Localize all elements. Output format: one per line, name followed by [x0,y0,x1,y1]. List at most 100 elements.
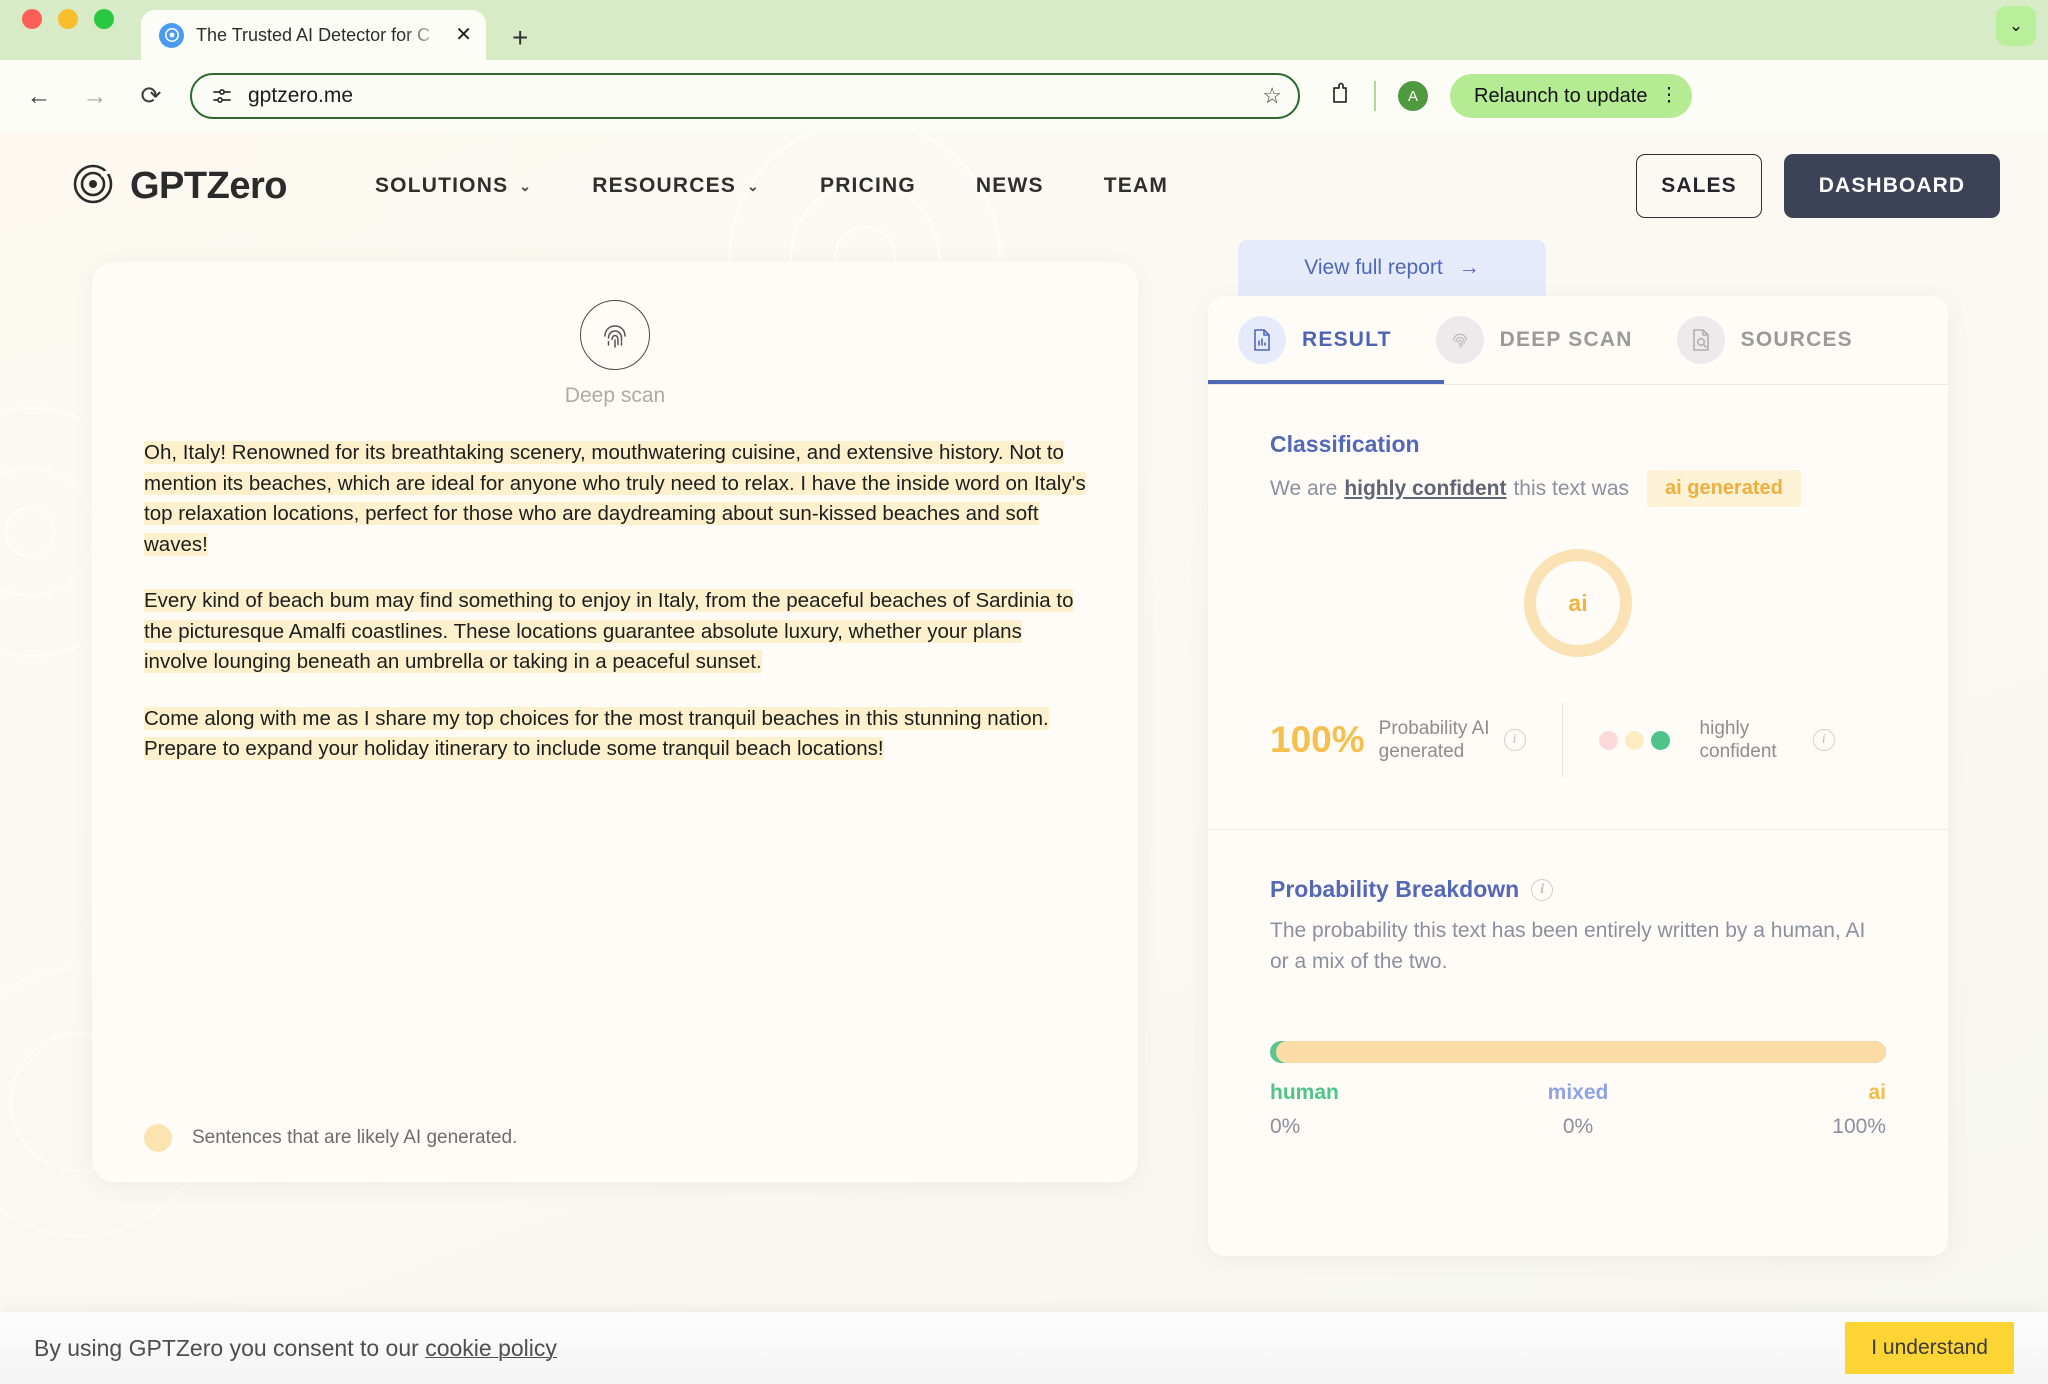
extensions-icon[interactable] [1328,80,1352,112]
nav-label: RESOURCES [592,174,737,197]
relaunch-label: Relaunch to update [1474,84,1648,107]
close-window-button[interactable] [22,9,42,29]
confidence-label-line2: confident [1699,741,1777,762]
breakdown-col-mixed: mixed 0% [1475,1081,1680,1139]
classification-title: Classification [1270,431,1420,457]
nav-item-team[interactable]: TEAM [1074,174,1198,198]
bookmark-star-icon[interactable]: ☆ [1262,83,1282,109]
analyzed-text[interactable]: Oh, Italy! Renowned for its breathtaking… [92,408,1138,765]
probability-metric: 100% Probability AI generated i [1270,717,1526,763]
reload-button[interactable]: ⟳ [128,73,174,119]
breakdown-bar [1270,1041,1886,1063]
probability-label: Probability AI generated [1379,717,1490,763]
nav-item-solutions[interactable]: SOLUTIONS ⌄ [345,174,562,198]
report-panel: View full report → RESULT DEEP SCAN SOUR… [1208,240,1968,1256]
report-card: RESULT DEEP SCAN SOURCES Classification … [1208,296,1948,1256]
back-button[interactable]: ← [16,73,62,119]
browser-menu-icon[interactable]: ⋮ [1659,86,1678,106]
tab-label: RESULT [1302,328,1392,351]
breakdown-label: mixed [1547,1081,1609,1104]
nav-item-pricing[interactable]: PRICING [790,174,946,198]
breakdown-bar-ai-fill [1276,1041,1886,1063]
text-editor-card: Deep scan Oh, Italy! Renowned for its br… [92,262,1138,1182]
breakdown-value: 0% [1562,1115,1594,1138]
info-icon[interactable]: i [1503,729,1526,751]
maximize-window-button[interactable] [94,9,114,29]
metrics-divider [1561,703,1563,777]
new-tab-button[interactable]: + [512,24,528,52]
classification-chip: ai generated [1647,470,1801,507]
dashboard-button[interactable]: DASHBOARD [1784,154,2000,218]
chevron-down-icon[interactable]: ⌄ [1996,6,2036,46]
breakdown-label: ai [1868,1081,1886,1104]
active-tab-underline [1208,380,1444,384]
tab-deep-scan[interactable]: DEEP SCAN [1414,296,1655,384]
tab-label: SOURCES [1740,328,1853,351]
browser-window: The Trusted AI Detector for C ✕ + ⌄ ← → … [0,0,2048,1384]
paragraph: Come along with me as I share my top cho… [144,704,1086,765]
site-settings-icon[interactable] [210,84,234,108]
gptzero-logo-icon [72,163,114,210]
classification-prefix: We are [1270,476,1338,500]
brand-name: GPTZero [130,164,287,207]
relaunch-to-update-button[interactable]: Relaunch to update ⋮ [1450,74,1693,118]
fingerprint-icon[interactable] [580,300,650,370]
breakdown-legend: human 0% mixed 0% ai 100% [1270,1081,1886,1139]
highlighted-sentence: Every kind of beach bum may find somethi… [144,589,1074,673]
profile-avatar[interactable]: A [1398,81,1428,111]
nav-item-news[interactable]: NEWS [946,174,1074,198]
probability-value: 100% [1270,719,1365,760]
arrow-right-icon: → [1458,256,1480,279]
nav-label: PRICING [819,174,916,197]
confidence-dot-low [1598,730,1618,750]
sales-button[interactable]: SALES [1636,154,1762,218]
brand-logo[interactable]: GPTZero [72,163,287,210]
fingerprint-icon [1435,316,1484,364]
nav-label: TEAM [1103,174,1169,197]
probability-label-line2: generated [1378,741,1465,762]
highlighted-sentence: Oh, Italy! Renowned for its breathtaking… [144,441,1086,556]
breakdown-label: human [1270,1081,1339,1104]
url-text[interactable]: gptzero.me [248,84,1248,108]
view-full-report-label: View full report [1304,256,1443,279]
browser-toolbar: ← → ⟳ gptzero.me ☆ A Relaunch to update [0,60,2048,132]
deep-scan-header[interactable]: Deep scan [92,262,1138,408]
cookie-banner: By using GPTZero you consent to our cook… [0,1312,2048,1384]
ai-gauge: ai [1524,549,1632,657]
info-icon[interactable]: i [1812,729,1835,751]
tab-result[interactable]: RESULT [1216,296,1414,384]
tab-sources[interactable]: SOURCES [1655,296,1875,384]
breakdown-col-ai: ai 100% [1681,1081,1886,1139]
address-bar[interactable]: gptzero.me ☆ [190,73,1300,119]
breakdown-value: 100% [1832,1115,1886,1138]
metrics-row: 100% Probability AI generated i highly c… [1270,703,1886,829]
cookie-accept-button[interactable]: I understand [1845,1322,2014,1374]
nav-label: NEWS [975,174,1044,197]
nav-label: SOLUTIONS [374,174,509,197]
breakdown-col-human: human 0% [1270,1081,1475,1139]
confidence-dot-medium [1624,730,1644,750]
main-navigation: SOLUTIONS ⌄ RESOURCES ⌄ PRICING NEWS TEA… [345,174,1198,198]
classification-suffix: this text was [1513,476,1630,500]
confidence-label-line1: highly [1699,718,1750,739]
cookie-policy-link[interactable]: cookie policy [425,1335,557,1361]
view-full-report-button[interactable]: View full report → [1238,240,1546,296]
ai-gauge-wrap: ai [1270,549,1886,657]
probability-breakdown-section: Probability Breakdown i The probability … [1208,830,1948,977]
info-icon[interactable]: i [1531,878,1554,901]
toolbar-divider [1374,81,1376,111]
cookie-text-prefix: By using GPTZero you consent to our [34,1334,426,1361]
forward-button[interactable]: → [72,73,118,119]
nav-item-resources[interactable]: RESOURCES ⌄ [562,174,790,198]
confidence-label: highly confident [1700,717,1777,763]
browser-tab[interactable]: The Trusted AI Detector for C ✕ [141,10,486,60]
confidence-dot-high [1650,730,1670,750]
tab-title: The Trusted AI Detector for C [196,24,431,45]
minimize-window-button[interactable] [58,9,78,29]
page-content: GPTZero SOLUTIONS ⌄ RESOURCES ⌄ PRICING … [0,132,2048,1384]
chevron-down-icon: ⌄ [747,177,760,194]
close-tab-icon[interactable]: ✕ [455,25,472,45]
cookie-text: By using GPTZero you consent to our cook… [34,1335,557,1362]
site-header: GPTZero SOLUTIONS ⌄ RESOURCES ⌄ PRICING … [0,132,2048,240]
confidence-metric: highly confident i [1598,717,1835,763]
